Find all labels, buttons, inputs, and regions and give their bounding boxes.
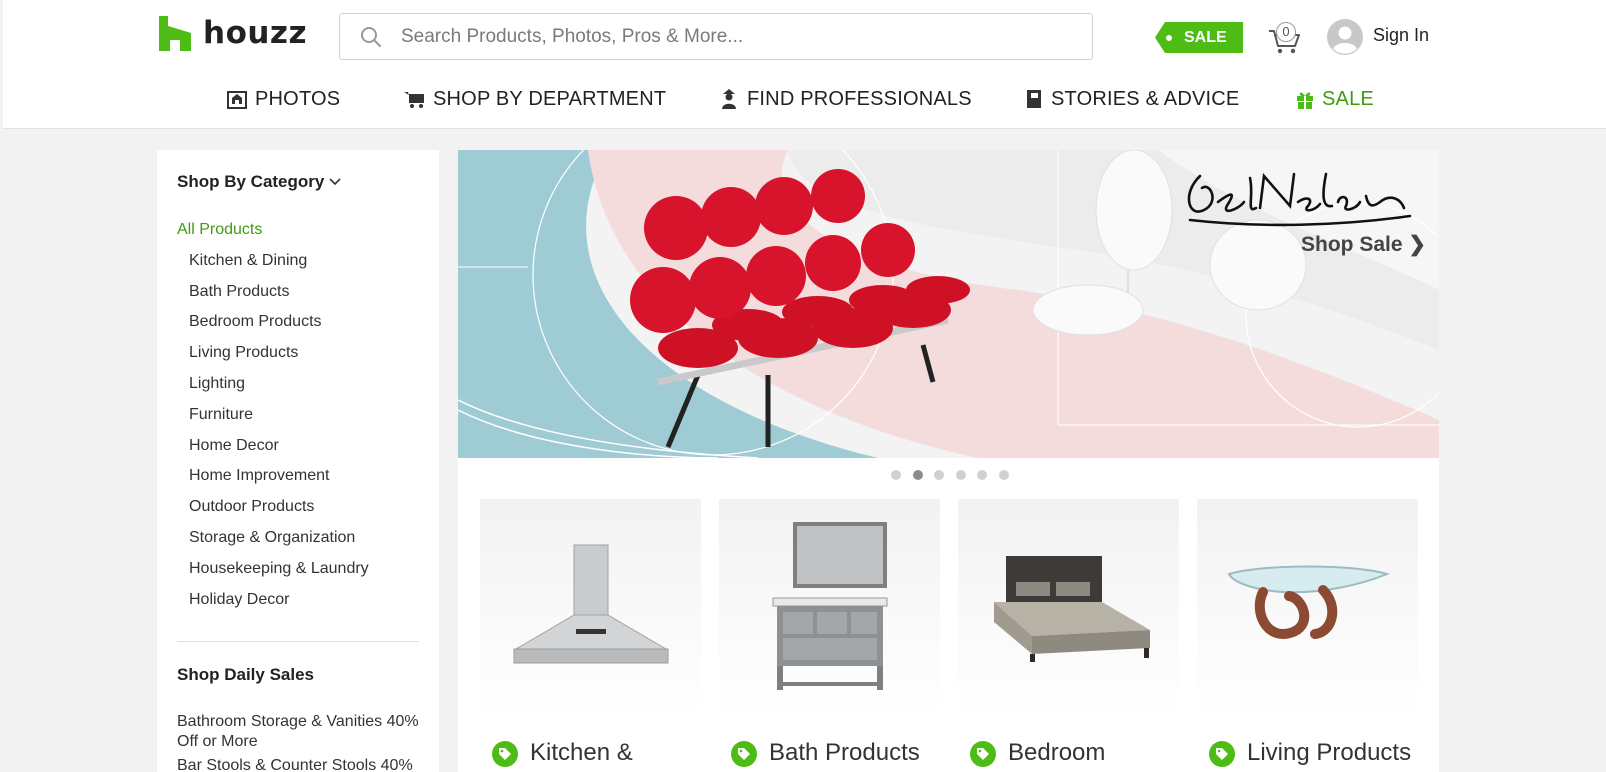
category-outdoor-products[interactable]: Outdoor Products	[177, 497, 369, 528]
main-content: Shop Sale ❯ Kitchen & Dini	[458, 150, 1439, 772]
professional-icon	[722, 89, 736, 109]
tile-label[interactable]: Bedroom Products	[970, 738, 1179, 772]
chevron-down-icon	[329, 178, 341, 186]
category-furniture[interactable]: Furniture	[177, 405, 369, 436]
category-bath-products[interactable]: Bath Products	[177, 282, 369, 313]
hero-banner[interactable]: Shop Sale ❯	[458, 150, 1439, 458]
nav-shop-label: SHOP BY DEPARTMENT	[433, 87, 667, 110]
category-bedroom-products[interactable]: Bedroom Products	[177, 312, 369, 343]
category-list: All Products Kitchen & Dining Bath Produ…	[177, 220, 369, 620]
carousel-dots	[891, 470, 1020, 480]
book-icon	[1027, 90, 1041, 108]
category-tile-living[interactable]: Living Products	[1197, 499, 1418, 772]
price-tag-icon	[731, 741, 757, 767]
nav-shop-by-department[interactable]: SHOP BY DEPARTMENT	[403, 79, 666, 119]
nav-photos-label: PHOTOS	[255, 87, 341, 110]
sale-badge-label: SALE	[1184, 28, 1227, 46]
carousel-dot[interactable]	[934, 470, 944, 480]
tile-image[interactable]	[1197, 499, 1418, 714]
daily-sale-link[interactable]: Bathroom Storage & Vanities 40% Off or M…	[177, 712, 427, 752]
daily-sales-list: Bathroom Storage & Vanities 40% Off or M…	[177, 712, 427, 772]
price-tag-icon	[970, 741, 996, 767]
tile-label[interactable]: Kitchen & Dining	[492, 738, 701, 772]
carousel-dot[interactable]	[891, 470, 901, 480]
carousel-dot[interactable]	[998, 470, 1009, 480]
tile-title: Bedroom Products	[1008, 739, 1106, 772]
sign-in-link[interactable]: Sign In	[1373, 25, 1429, 46]
signature-logo	[1187, 172, 1412, 227]
price-tag-icon	[1209, 741, 1235, 767]
tile-image[interactable]	[480, 499, 701, 714]
sidebar-divider	[177, 641, 419, 642]
category-holiday-decor[interactable]: Holiday Decor	[177, 590, 369, 621]
range-hood-icon	[513, 544, 668, 663]
bathroom-vanity-icon	[772, 521, 887, 690]
nav-stories-advice[interactable]: STORIES & ADVICE	[1025, 79, 1239, 119]
category-all-products[interactable]: All Products	[177, 220, 369, 251]
tile-label[interactable]: Living Products	[1209, 738, 1418, 768]
gift-icon	[1297, 92, 1313, 109]
daily-sales-heading: Shop Daily Sales	[177, 665, 314, 684]
search-bar[interactable]	[339, 13, 1093, 60]
category-tile-kitchen[interactable]: Kitchen & Dining	[480, 499, 701, 772]
nav-sale[interactable]: SALE	[1296, 79, 1374, 119]
category-tile-bedroom[interactable]: Bedroom Products	[958, 499, 1179, 772]
sale-badge[interactable]: SALE	[1155, 22, 1243, 53]
site-header: houzz SALE 0 Sign In PHOTOS	[3, 0, 1606, 129]
logo-text: houzz	[203, 15, 308, 51]
category-housekeeping-laundry[interactable]: Housekeeping & Laundry	[177, 559, 369, 590]
carousel-dot[interactable]	[955, 470, 966, 480]
shop-by-category-heading: Shop By Category	[177, 172, 325, 191]
tile-title: Living Products	[1247, 739, 1412, 766]
category-tiles: Kitchen & Dining	[480, 499, 1436, 772]
category-storage-organization[interactable]: Storage & Organization	[177, 528, 369, 559]
tile-title: Bath Products	[769, 739, 920, 766]
category-home-decor[interactable]: Home Decor	[177, 436, 369, 467]
category-home-improvement[interactable]: Home Improvement	[177, 466, 369, 497]
tile-image[interactable]	[958, 499, 1179, 714]
tile-label[interactable]: Bath Products	[731, 738, 940, 768]
houzz-logo[interactable]: houzz	[159, 13, 307, 53]
nav-stories-label: STORIES & ADVICE	[1051, 87, 1240, 110]
nav-find-professionals[interactable]: FIND PROFESSIONALS	[719, 79, 972, 119]
shop-sale-link[interactable]: Shop Sale ❯	[1301, 232, 1426, 257]
category-living-products[interactable]: Living Products	[177, 343, 369, 374]
cart-count-badge: 0	[1276, 22, 1296, 42]
carousel-dot-active[interactable]	[912, 470, 923, 480]
bed-icon	[993, 555, 1150, 662]
carousel-dot[interactable]	[977, 470, 987, 480]
shopping-cart-icon	[404, 92, 424, 108]
houzz-logo-icon	[159, 15, 191, 51]
search-input[interactable]	[401, 25, 1061, 48]
nav-pros-label: FIND PROFESSIONALS	[747, 87, 972, 110]
category-kitchen-dining[interactable]: Kitchen & Dining	[177, 251, 369, 282]
category-tile-bath[interactable]: Bath Products	[719, 499, 940, 772]
user-avatar-icon[interactable]	[1327, 19, 1363, 55]
tile-image[interactable]	[719, 499, 940, 714]
main-nav: PHOTOS SHOP BY DEPARTMENT FIND PROFESSIO…	[3, 79, 1606, 119]
price-tag-icon	[492, 741, 518, 767]
photos-icon	[227, 91, 247, 109]
daily-sale-link[interactable]: Bar Stools & Counter Stools 40% Off or M…	[177, 756, 427, 772]
shop-by-category-toggle[interactable]: Shop By Category	[177, 172, 341, 192]
tile-title: Kitchen & Dining	[530, 739, 633, 772]
coffee-table-icon	[1227, 565, 1390, 639]
nav-photos[interactable]: PHOTOS	[227, 79, 340, 119]
nav-sale-label: SALE	[1322, 87, 1374, 110]
search-icon	[361, 26, 381, 47]
category-sidebar: Shop By Category All Products Kitchen & …	[157, 150, 439, 772]
tag-hole-icon	[1166, 34, 1172, 41]
category-lighting[interactable]: Lighting	[177, 374, 369, 405]
